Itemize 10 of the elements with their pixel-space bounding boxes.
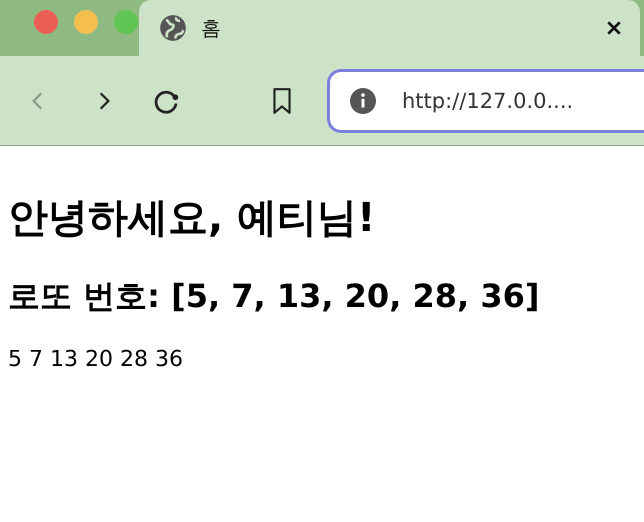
url-text: http://127.0.0.... — [402, 88, 574, 112]
bookmark-icon[interactable] — [271, 86, 293, 114]
browser-tab[interactable]: 홈 — [139, 0, 640, 56]
address-bar[interactable]: http://127.0.0.... — [327, 68, 644, 132]
lotto-heading: 로또 번호: [5, 7, 13, 20, 28, 36] — [8, 276, 540, 317]
close-tab-icon[interactable] — [606, 20, 622, 36]
info-icon — [350, 88, 376, 114]
globe-icon — [159, 14, 187, 42]
page-heading: 안녕하세요, 예티님! — [8, 194, 376, 243]
lotto-numbers: 5 7 13 20 28 36 — [8, 347, 184, 372]
